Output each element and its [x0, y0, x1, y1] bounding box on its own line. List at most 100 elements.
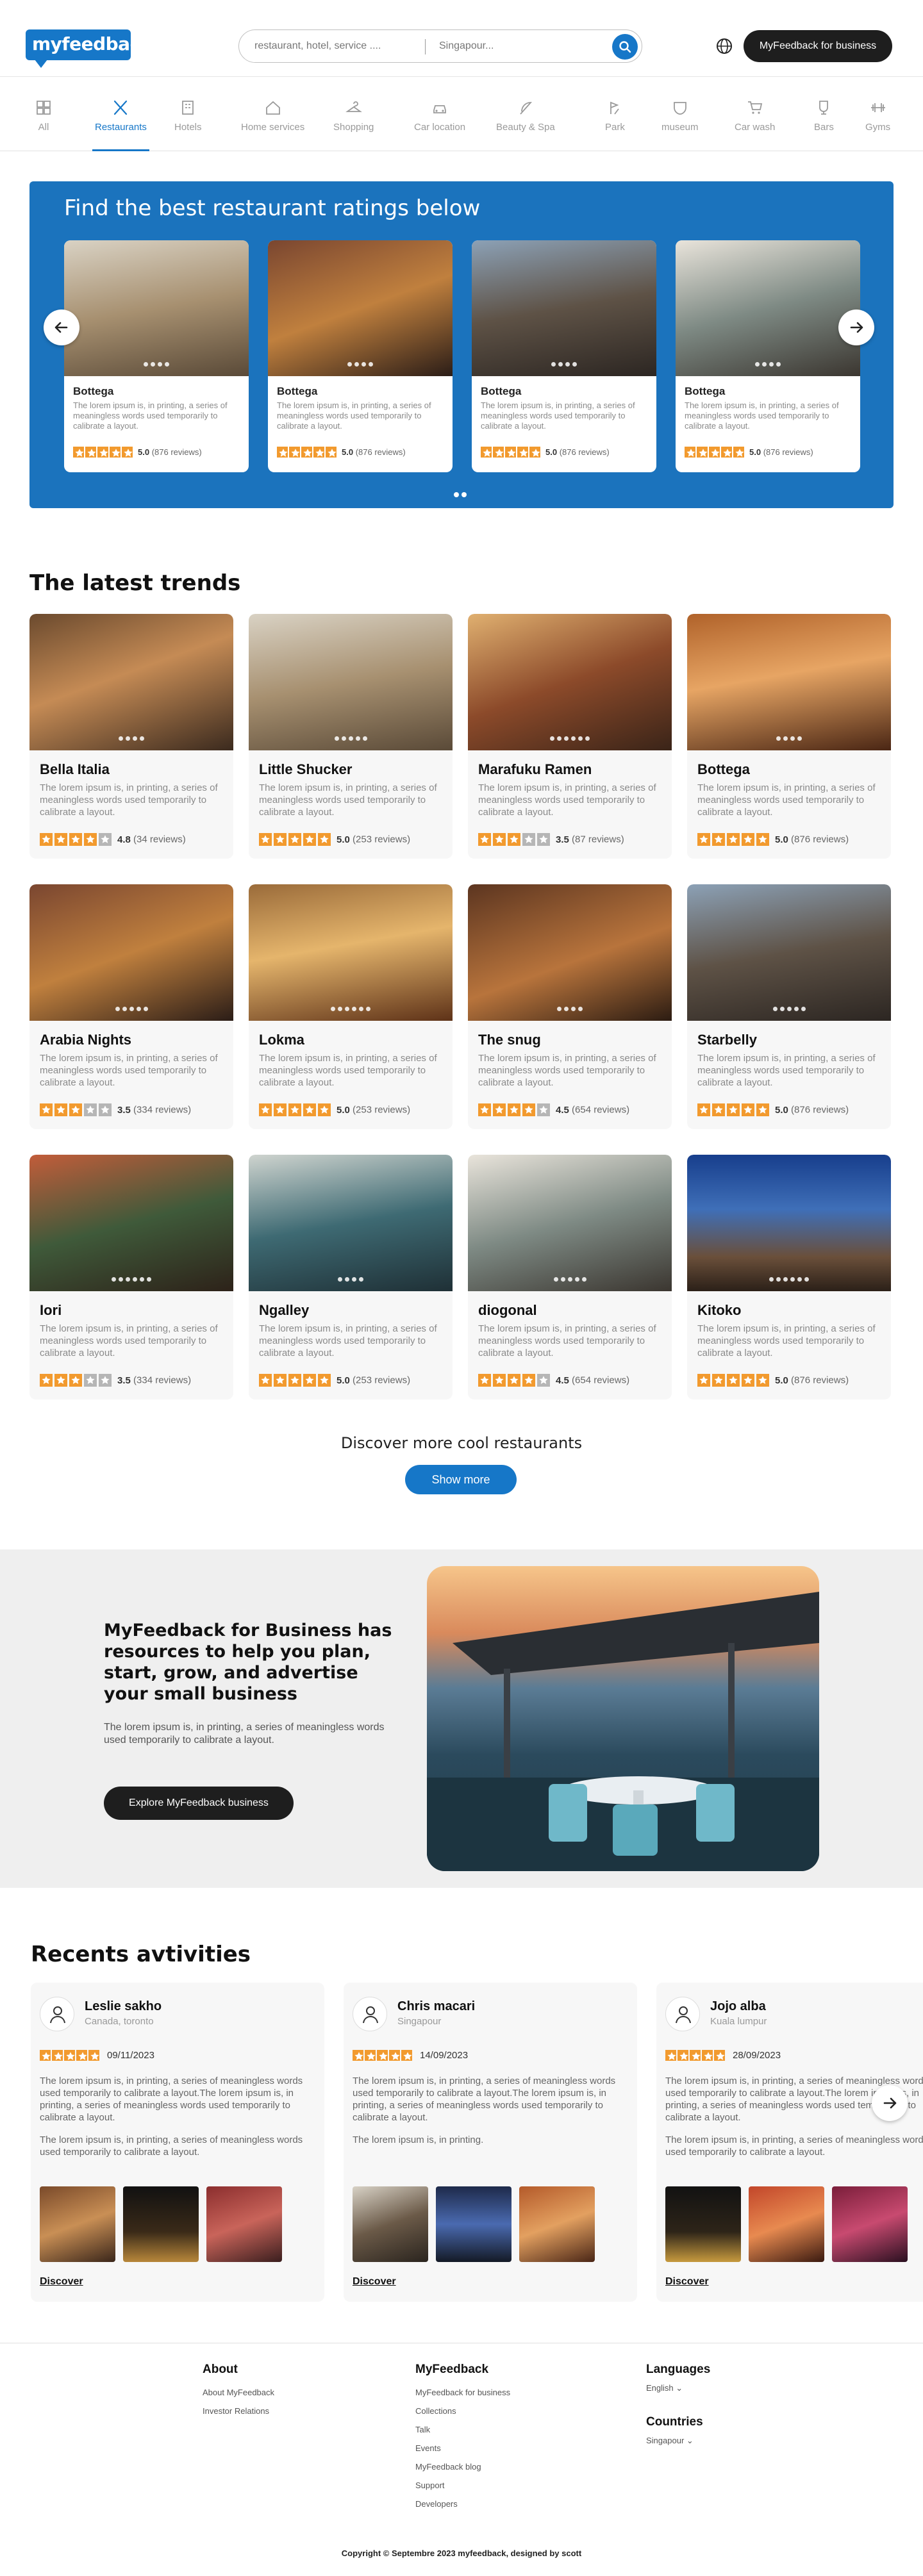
image-dot[interactable]	[550, 736, 554, 741]
image-dot[interactable]	[564, 736, 569, 741]
explore-business-button[interactable]: Explore MyFeedback business	[104, 1787, 294, 1820]
image-dot[interactable]	[790, 1277, 795, 1282]
image-dot[interactable]	[786, 1007, 792, 1011]
search-input[interactable]: restaurant, hotel, service ....	[254, 40, 381, 52]
image-dot[interactable]	[126, 736, 130, 741]
activity-photo[interactable]	[436, 2186, 511, 2262]
image-dot[interactable]	[557, 1007, 561, 1011]
image-dots[interactable]	[249, 1003, 453, 1014]
restaurant-card[interactable]: Little Shucker The lorem ipsum is, in pri…	[249, 614, 453, 859]
image-dot[interactable]	[362, 736, 367, 741]
image-dots[interactable]	[249, 732, 453, 744]
image-dots[interactable]	[472, 358, 656, 370]
restaurant-card[interactable]: Kitoko The lorem ipsum is, in printing, a…	[687, 1155, 891, 1399]
image-dot[interactable]	[144, 362, 148, 367]
category-tab-bars[interactable]: Bars	[814, 99, 834, 151]
activity-photo[interactable]	[40, 2186, 115, 2262]
image-dots[interactable]	[468, 1003, 672, 1014]
image-dot[interactable]	[578, 736, 583, 741]
footer-link[interactable]: MyFeedback blog	[415, 2457, 510, 2476]
hero-restaurant-card[interactable]: Bottega The lorem ipsum is, in printing, …	[472, 240, 656, 472]
image-dot[interactable]	[355, 736, 360, 741]
reviewer-name[interactable]: Chris macari	[397, 1999, 475, 2014]
language-globe-button[interactable]	[713, 35, 736, 58]
category-tab-gyms[interactable]: Gyms	[865, 99, 890, 151]
image-dot[interactable]	[776, 1277, 781, 1282]
image-dot[interactable]	[560, 1277, 565, 1282]
image-dot[interactable]	[581, 1277, 586, 1282]
image-dot[interactable]	[790, 736, 795, 741]
image-dot[interactable]	[352, 1277, 356, 1282]
image-dot[interactable]	[359, 1277, 363, 1282]
review-count[interactable]: (253 reviews)	[353, 1105, 410, 1116]
review-count[interactable]: (334 reviews)	[133, 1105, 191, 1116]
image-dot[interactable]	[341, 736, 346, 741]
image-dots[interactable]	[468, 732, 672, 744]
footer-link[interactable]: Support	[415, 2476, 510, 2495]
image-dot[interactable]	[762, 362, 767, 367]
image-dots[interactable]	[268, 358, 453, 370]
image-dot[interactable]	[797, 736, 802, 741]
search-button[interactable]	[612, 34, 638, 60]
footer-link[interactable]: Events	[415, 2439, 510, 2457]
image-dot[interactable]	[755, 362, 760, 367]
review-count[interactable]: (876 reviews)	[791, 1375, 849, 1386]
discover-link[interactable]: Discover	[353, 2276, 396, 2288]
activity-photo[interactable]	[353, 2186, 428, 2262]
restaurant-card[interactable]: Marafuku Ramen The lorem ipsum is, in pri…	[468, 614, 672, 859]
category-tab-all[interactable]: All	[35, 99, 53, 151]
image-dot[interactable]	[783, 1277, 788, 1282]
footer-link[interactable]: Talk	[415, 2420, 510, 2439]
discover-link[interactable]: Discover	[665, 2276, 709, 2288]
restaurant-card[interactable]: Arabia Nights The lorem ipsum is, in prin…	[29, 884, 233, 1129]
image-dot[interactable]	[801, 1007, 806, 1011]
image-dot[interactable]	[362, 362, 366, 367]
image-dot[interactable]	[359, 1007, 363, 1011]
footer-link[interactable]: About MyFeedback	[203, 2383, 274, 2402]
category-tab-beauty-spa[interactable]: Beauty & Spa	[496, 99, 555, 151]
review-count[interactable]: (253 reviews)	[353, 1375, 410, 1386]
image-dot[interactable]	[551, 362, 556, 367]
location-input[interactable]: Singapour...	[439, 40, 494, 52]
image-dot[interactable]	[369, 362, 373, 367]
restaurant-card[interactable]: Lokma The lorem ipsum is, in printing, a …	[249, 884, 453, 1129]
image-dot[interactable]	[557, 736, 561, 741]
image-dot[interactable]	[126, 1277, 130, 1282]
image-dots[interactable]	[29, 1003, 233, 1014]
image-dots[interactable]	[468, 1273, 672, 1285]
image-dot[interactable]	[772, 1007, 777, 1011]
restaurant-card[interactable]: Starbelly The lorem ipsum is, in printing…	[687, 884, 891, 1129]
image-dots[interactable]	[687, 732, 891, 744]
image-dot[interactable]	[334, 736, 339, 741]
activity-photo[interactable]	[206, 2186, 282, 2262]
review-count[interactable]: (876 reviews)	[152, 447, 202, 457]
image-dot[interactable]	[136, 1007, 141, 1011]
review-count[interactable]: (34 reviews)	[133, 834, 186, 845]
image-dot[interactable]	[366, 1007, 370, 1011]
image-dots[interactable]	[687, 1003, 891, 1014]
image-dot[interactable]	[112, 1277, 116, 1282]
review-count[interactable]: (876 reviews)	[791, 1105, 849, 1116]
restaurant-card[interactable]: Bottega The lorem ipsum is, in printing, …	[687, 614, 891, 859]
image-dot[interactable]	[140, 1277, 144, 1282]
restaurant-card[interactable]: Bella Italia The lorem ipsum is, in print…	[29, 614, 233, 859]
image-dot[interactable]	[769, 1277, 774, 1282]
review-count[interactable]: (876 reviews)	[356, 447, 406, 457]
image-dot[interactable]	[119, 1277, 123, 1282]
image-dot[interactable]	[165, 362, 169, 367]
hero-restaurant-card[interactable]: Bottega The lorem ipsum is, in printing, …	[676, 240, 860, 472]
category-tab-car-location[interactable]: Car location	[414, 99, 465, 151]
image-dot[interactable]	[564, 1007, 569, 1011]
image-dot[interactable]	[158, 362, 162, 367]
category-tab-hotels[interactable]: Hotels	[174, 99, 202, 151]
image-dot[interactable]	[783, 736, 788, 741]
restaurant-card[interactable]: Iori The lorem ipsum is, in printing, a s…	[29, 1155, 233, 1399]
review-count[interactable]: (876 reviews)	[791, 834, 849, 845]
review-count[interactable]: (654 reviews)	[572, 1375, 629, 1386]
image-dots[interactable]	[29, 732, 233, 744]
image-dot[interactable]	[574, 1277, 579, 1282]
image-dot[interactable]	[578, 1007, 583, 1011]
image-dot[interactable]	[769, 362, 774, 367]
review-count[interactable]: (87 reviews)	[572, 834, 624, 845]
image-dots[interactable]	[687, 1273, 891, 1285]
